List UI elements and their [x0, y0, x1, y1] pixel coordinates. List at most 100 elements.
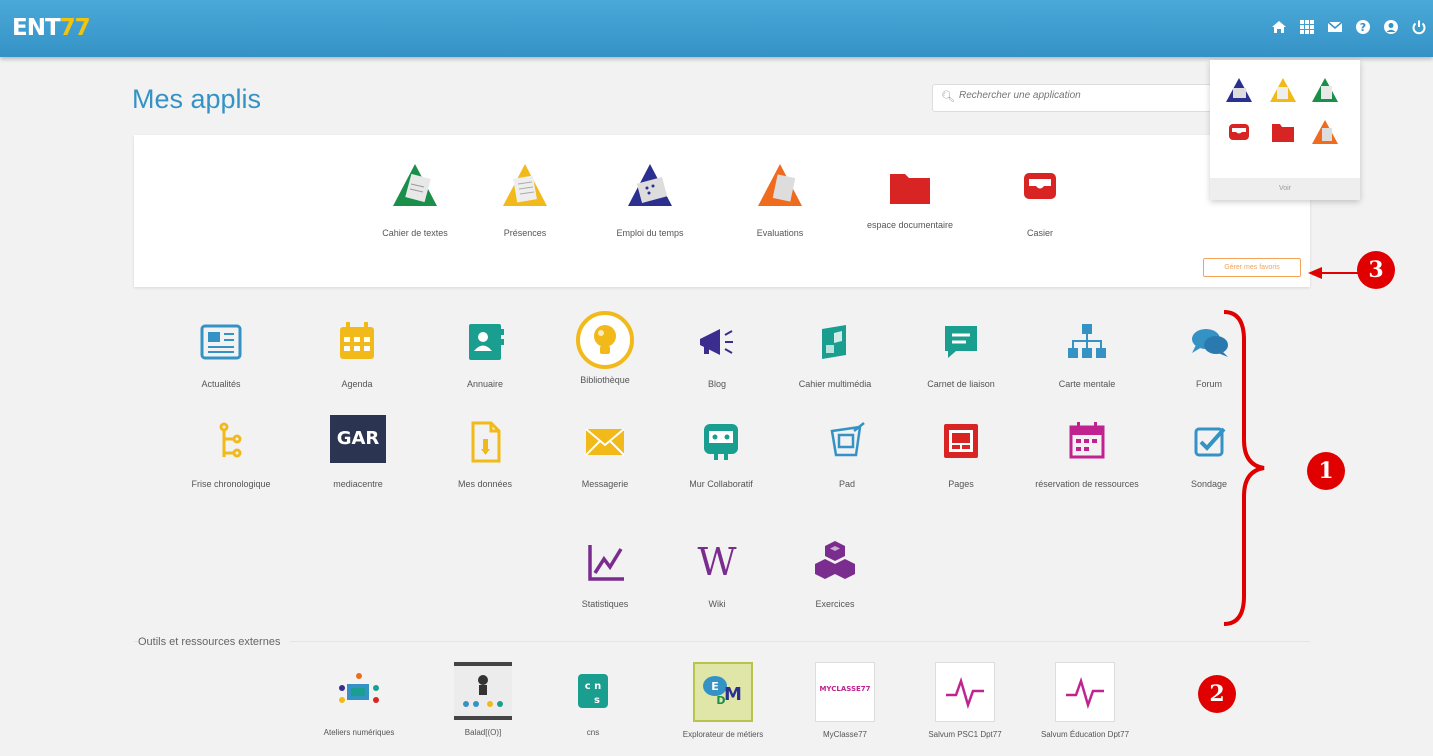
evaluations-icon	[755, 160, 805, 210]
external-cns[interactable]: c n s cns	[548, 662, 638, 738]
app-label: Mes données	[457, 479, 513, 489]
favorites-panel: Cahier de textes Présences Emploi du tem…	[134, 135, 1310, 287]
app-frise-chronologique[interactable]: Frise chronologique	[176, 415, 286, 490]
emploi-temps-icon[interactable]	[1224, 76, 1254, 104]
cns-icon: c n s	[564, 662, 622, 720]
app-label: Annuaire	[466, 379, 504, 389]
explorateur-icon: EMD	[693, 662, 753, 722]
svg-text:?: ?	[1360, 21, 1366, 34]
annotation-badge-3: 3	[1357, 251, 1395, 289]
help-icon[interactable]: ?	[1355, 19, 1371, 35]
app-cahier-multimedia[interactable]: Cahier multimédia	[780, 315, 890, 390]
favorite-emploi-du-temps[interactable]: Emploi du temps	[595, 160, 705, 239]
salvum-icon	[935, 662, 995, 722]
favorite-cahier-de-textes[interactable]: Cahier de textes	[360, 160, 470, 239]
app-messagerie[interactable]: Messagerie	[550, 415, 660, 490]
popup-see-all-link[interactable]: Voir	[1210, 178, 1360, 200]
app-annuaire[interactable]: Annuaire	[430, 315, 540, 390]
app-label: Statistiques	[581, 599, 629, 609]
external-myclasse77[interactable]: MYCLASSE77 MyClasse77	[800, 662, 890, 740]
inbox-icon[interactable]	[1224, 118, 1254, 146]
search-icon: 🔍︎	[941, 91, 955, 103]
app-mes-donnees[interactable]: Mes données	[430, 415, 540, 490]
app-exercices[interactable]: Exercices	[780, 535, 890, 610]
chart-icon	[578, 535, 632, 589]
bulb-icon	[574, 309, 636, 371]
address-book-icon	[458, 315, 512, 369]
search-box[interactable]: 🔍︎	[932, 84, 1214, 112]
external-title-text: Outils et ressources externes	[138, 636, 281, 648]
app-wiki[interactable]: W Wiki	[662, 535, 772, 610]
external-balad[interactable]: Balad[(O)]	[438, 662, 528, 738]
manage-favorites-button[interactable]: Gérer mes favoris	[1203, 258, 1301, 277]
power-icon[interactable]	[1411, 19, 1427, 35]
app-bibliotheque[interactable]: Bibliothèque	[550, 309, 660, 386]
external-explorateur-de-metiers[interactable]: EMD Explorateur de métiers	[678, 662, 768, 740]
collab-wall-icon	[694, 415, 748, 469]
apps-grid-icon[interactable]	[1299, 19, 1315, 35]
pages-icon	[934, 415, 988, 469]
favorite-label: Casier	[1026, 228, 1053, 238]
folder-icon	[885, 160, 935, 210]
ateliers-icon	[330, 662, 388, 720]
megaphone-icon	[690, 315, 744, 369]
external-section-title: Outils et ressources externes	[138, 636, 291, 648]
app-blog[interactable]: Blog	[662, 315, 772, 390]
favorite-casier[interactable]: Casier	[985, 160, 1095, 239]
gar-text: GAR	[336, 428, 380, 449]
favorite-evaluations[interactable]: Evaluations	[725, 160, 835, 239]
home-icon[interactable]	[1271, 19, 1287, 35]
calendar-icon	[330, 315, 384, 369]
app-pages[interactable]: Pages	[906, 415, 1016, 490]
logo-text: ENT	[12, 15, 61, 41]
folder-icon[interactable]	[1268, 118, 1298, 146]
ent77-logo[interactable]: ENT77	[12, 15, 91, 41]
newspaper-icon	[194, 315, 248, 369]
envelope-icon	[578, 415, 632, 469]
external-label: MyClasse77	[822, 730, 867, 739]
evaluations-icon[interactable]	[1310, 118, 1340, 146]
app-label: Pages	[948, 479, 974, 489]
app-label: Messagerie	[581, 479, 629, 489]
app-carnet-de-liaison[interactable]: Carnet de liaison	[906, 315, 1016, 390]
salvum-icon	[1055, 662, 1115, 722]
cahier-textes-icon[interactable]	[1310, 76, 1340, 104]
app-reservation-de-ressources[interactable]: réservation de ressources	[1032, 415, 1142, 490]
svg-text:s: s	[594, 695, 600, 706]
app-mediacentre[interactable]: GAR mediacentre	[303, 415, 413, 490]
svg-text:D: D	[716, 694, 725, 707]
app-mur-collaboratif[interactable]: Mur Collaboratif	[666, 415, 776, 490]
app-label: Cahier multimédia	[798, 379, 872, 389]
app-carte-mentale[interactable]: Carte mentale	[1032, 315, 1142, 390]
app-actualites[interactable]: Actualités	[166, 315, 276, 390]
favorite-espace-documentaire[interactable]: espace documentaire	[855, 160, 965, 231]
favorite-presences[interactable]: Présences	[470, 160, 580, 239]
app-label: Pad	[838, 479, 855, 489]
external-salvum-education[interactable]: Salvum Éducation Dpt77	[1040, 662, 1130, 740]
app-statistiques[interactable]: Statistiques	[550, 535, 660, 610]
external-label: Salvum PSC1 Dpt77	[928, 730, 1002, 739]
external-ateliers-numeriques[interactable]: Ateliers numériques	[314, 662, 404, 738]
annotation-badge-2: 2	[1198, 675, 1236, 713]
app-label: Actualités	[201, 379, 241, 389]
annotation-badge-1: 1	[1307, 452, 1345, 490]
app-label: Wiki	[708, 599, 726, 609]
quick-apps-popup: Voir	[1210, 60, 1360, 200]
svg-text:M: M	[724, 684, 742, 705]
app-label: Carnet de liaison	[927, 379, 995, 389]
presences-icon[interactable]	[1268, 76, 1298, 104]
wiki-glyph: W	[697, 540, 737, 584]
user-icon[interactable]	[1383, 19, 1399, 35]
external-salvum-psc1[interactable]: Salvum PSC1 Dpt77	[920, 662, 1010, 740]
presences-icon	[500, 160, 550, 210]
mail-icon[interactable]	[1327, 19, 1343, 35]
cahier-textes-icon	[390, 160, 440, 210]
search-input[interactable]	[957, 89, 1201, 102]
inbox-icon	[1015, 160, 1065, 210]
app-agenda[interactable]: Agenda	[302, 315, 412, 390]
app-pad[interactable]: Pad	[792, 415, 902, 490]
app-label: Exercices	[815, 599, 855, 609]
chat-note-icon	[934, 315, 988, 369]
section-divider	[134, 641, 1310, 642]
pad-icon	[820, 415, 874, 469]
